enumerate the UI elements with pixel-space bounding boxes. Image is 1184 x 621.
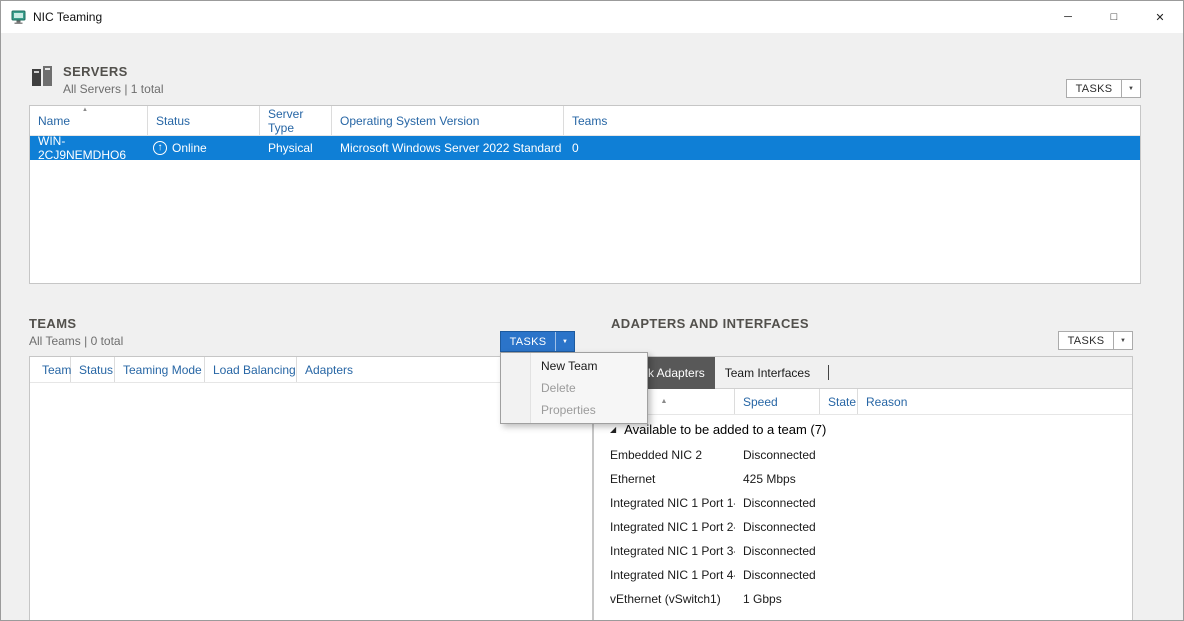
teams-col-adapters[interactable]: Adapters xyxy=(297,357,357,382)
adapters-tasks-button[interactable]: TASKS ▼ xyxy=(1058,331,1133,350)
server-row-selected[interactable]: WIN-2CJ9NEMDHO6 ↑ Online Physical Micros… xyxy=(30,136,1140,160)
sort-asc-icon: ▲ xyxy=(82,107,88,113)
chevron-down-icon: ▼ xyxy=(556,339,574,345)
menu-item-delete: Delete xyxy=(501,377,647,399)
adapter-name: Embedded NIC 2 xyxy=(594,448,735,462)
server-name: WIN-2CJ9NEMDHO6 xyxy=(30,136,148,160)
window-title: NIC Teaming xyxy=(33,10,102,24)
adapter-speed: Disconnected xyxy=(735,544,816,558)
adapter-speed: Disconnected xyxy=(735,448,816,462)
minimize-button[interactable]: ─ xyxy=(1045,1,1091,33)
adapter-row[interactable]: Ethernet425 Mbps xyxy=(594,467,1132,491)
teams-tasks-menu: New TeamDeleteProperties xyxy=(500,352,648,424)
tab-separator xyxy=(828,365,829,380)
adapter-name: Integrated NIC 1 Port 1-1 xyxy=(594,496,735,510)
adapter-row[interactable]: Integrated NIC 1 Port 1-1Disconnected xyxy=(594,491,1132,515)
chevron-down-icon: ▼ xyxy=(1114,338,1132,344)
adapter-speed: 1 Gbps xyxy=(735,592,782,606)
close-button[interactable]: ✕ xyxy=(1137,1,1183,33)
teams-col-team[interactable]: Team xyxy=(30,357,71,382)
titlebar: NIC Teaming ─ □ ✕ xyxy=(1,1,1183,33)
adapter-row[interactable]: Integrated NIC 1 Port 3-1Disconnected xyxy=(594,539,1132,563)
window-controls: ─ □ ✕ xyxy=(1045,1,1183,33)
server-teams-count: 0 xyxy=(564,136,1140,160)
adapters-panel: Network AdaptersTeam Interfaces ▲ Speed … xyxy=(593,356,1133,621)
servers-col-status[interactable]: Status xyxy=(148,106,260,135)
adapters-col-speed[interactable]: Speed xyxy=(735,389,820,414)
adapter-speed: Disconnected xyxy=(735,568,816,582)
chevron-down-icon: ▼ xyxy=(1122,86,1140,92)
maximize-button[interactable]: □ xyxy=(1091,1,1137,33)
adapter-name: vEthernet (vSwitch1) xyxy=(594,592,735,606)
adapter-name: Integrated NIC 1 Port 3-1 xyxy=(594,544,735,558)
servers-table: ▲ Name Status Server Type Operating Syst… xyxy=(29,105,1141,284)
adapter-speed: 425 Mbps xyxy=(735,472,796,486)
adapter-row[interactable]: Embedded NIC 2Disconnected xyxy=(594,443,1132,467)
adapters-col-state[interactable]: State xyxy=(820,389,858,414)
server-up-arrow-icon: ↑ xyxy=(153,141,167,155)
teams-section-subtitle: All Teams | 0 total xyxy=(29,334,123,348)
servers-col-name[interactable]: ▲ Name xyxy=(30,106,148,135)
servers-table-header: ▲ Name Status Server Type Operating Syst… xyxy=(30,106,1140,136)
teams-col-status[interactable]: Status xyxy=(71,357,115,382)
adapter-row[interactable]: Integrated NIC 1 Port 4-1Disconnected xyxy=(594,563,1132,587)
servers-section-title: SERVERS xyxy=(63,64,164,79)
sort-asc-icon: ▲ xyxy=(661,398,668,405)
minimize-icon: ─ xyxy=(1064,11,1072,23)
teams-col-load-balancing[interactable]: Load Balancing xyxy=(205,357,297,382)
close-icon: ✕ xyxy=(1155,11,1164,24)
servers-col-teams[interactable]: Teams xyxy=(564,106,1140,135)
servers-col-os-version[interactable]: Operating System Version xyxy=(332,106,564,135)
adapter-name: Integrated NIC 1 Port 2-1 xyxy=(594,520,735,534)
adapters-col-reason[interactable]: Reason xyxy=(858,389,1132,414)
teams-section-title: TEAMS xyxy=(29,316,123,331)
maximize-icon: □ xyxy=(1111,11,1118,23)
adapters-table-header: ▲ Speed State Reason xyxy=(594,389,1132,415)
servers-section-subtitle: All Servers | 1 total xyxy=(63,82,164,96)
menu-item-new-team[interactable]: New Team xyxy=(501,355,647,377)
server-os-version: Microsoft Windows Server 2022 Standard xyxy=(332,136,564,160)
teams-col-teaming-mode[interactable]: Teaming Mode xyxy=(115,357,205,382)
servers-tasks-button[interactable]: TASKS ▼ xyxy=(1066,79,1141,98)
adapter-name: Integrated NIC 1 Port 4-1 xyxy=(594,568,735,582)
teams-tasks-menu-items: New TeamDeleteProperties xyxy=(501,355,647,421)
adapters-section-title: ADAPTERS AND INTERFACES xyxy=(611,316,809,331)
adapters-group-row[interactable]: ◢ Available to be added to a team (7) xyxy=(594,415,1132,443)
adapter-speed: Disconnected xyxy=(735,496,816,510)
adapters-tab-strip: Network AdaptersTeam Interfaces xyxy=(594,357,1132,389)
servers-icon xyxy=(29,63,55,94)
nic-teaming-window: NIC Teaming ─ □ ✕ SERVERS All Servers | … xyxy=(0,0,1184,621)
adapter-name: Ethernet xyxy=(594,472,735,486)
adapter-row[interactable]: vEthernet (vSwitch1)1 Gbps xyxy=(594,587,1132,611)
menu-item-properties: Properties xyxy=(501,399,647,421)
collapse-triangle-icon: ◢ xyxy=(610,425,616,434)
app-icon xyxy=(11,9,27,25)
adapter-speed: Disconnected xyxy=(735,520,816,534)
server-status: ↑ Online xyxy=(148,136,260,160)
adapter-row[interactable]: Integrated NIC 1 Port 2-1Disconnected xyxy=(594,515,1132,539)
teams-tasks-button[interactable]: TASKS ▼ xyxy=(500,331,575,352)
server-type: Physical xyxy=(260,136,332,160)
adapters-group-label: Available to be added to a team (7) xyxy=(624,422,826,437)
adapters-rows: Embedded NIC 2DisconnectedEthernet425 Mb… xyxy=(594,443,1132,611)
tab-team-interfaces[interactable]: Team Interfaces xyxy=(715,357,820,389)
servers-col-server-type[interactable]: Server Type xyxy=(260,106,332,135)
